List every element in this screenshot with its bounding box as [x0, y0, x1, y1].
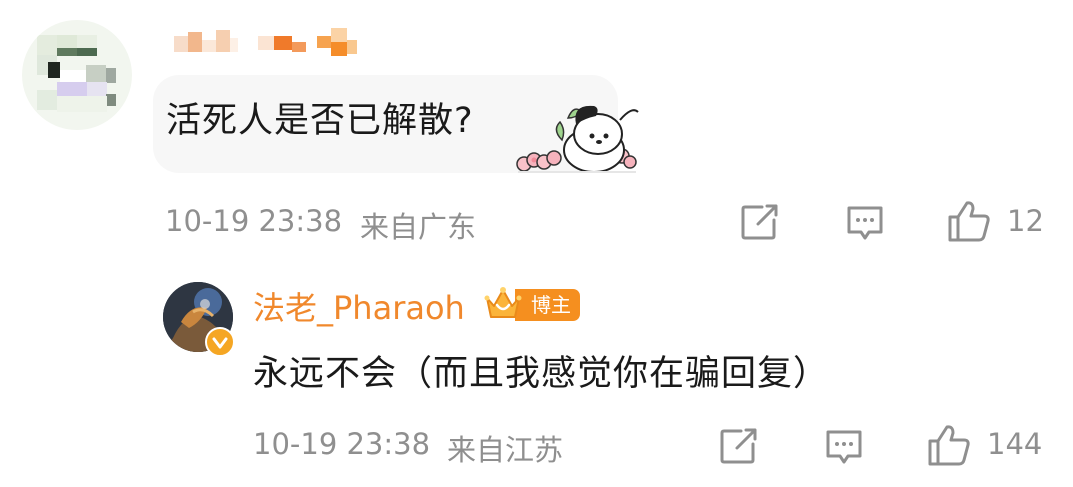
reply-location: 来自江苏 [447, 433, 564, 467]
like-count: 144 [987, 427, 1043, 461]
share-icon[interactable] [740, 203, 780, 245]
comment-timestamp: 10-19 23:38 [165, 204, 343, 238]
verified-badge-icon [205, 327, 235, 357]
reply-username[interactable]: 法老_Pharaoh [253, 283, 465, 329]
share-icon[interactable] [719, 427, 759, 469]
comment-text: 活死人是否已解散? [166, 101, 474, 141]
crown-icon [483, 284, 523, 324]
like-icon[interactable] [926, 422, 972, 472]
commenter-avatar[interactable] [22, 20, 132, 130]
like-icon[interactable] [946, 198, 992, 248]
reply-text: 永远不会（而且我感觉你在骗回复） [253, 354, 830, 394]
reply-icon[interactable] [845, 203, 885, 247]
reply-timestamp: 10-19 23:38 [253, 427, 431, 461]
commenter-username[interactable] [172, 22, 362, 62]
author-badge: 博主 [515, 289, 580, 321]
pochacco-sticker [510, 100, 640, 180]
comment-location: 来自广东 [360, 210, 477, 244]
like-count: 12 [1007, 204, 1044, 238]
reply-icon[interactable] [824, 427, 864, 471]
